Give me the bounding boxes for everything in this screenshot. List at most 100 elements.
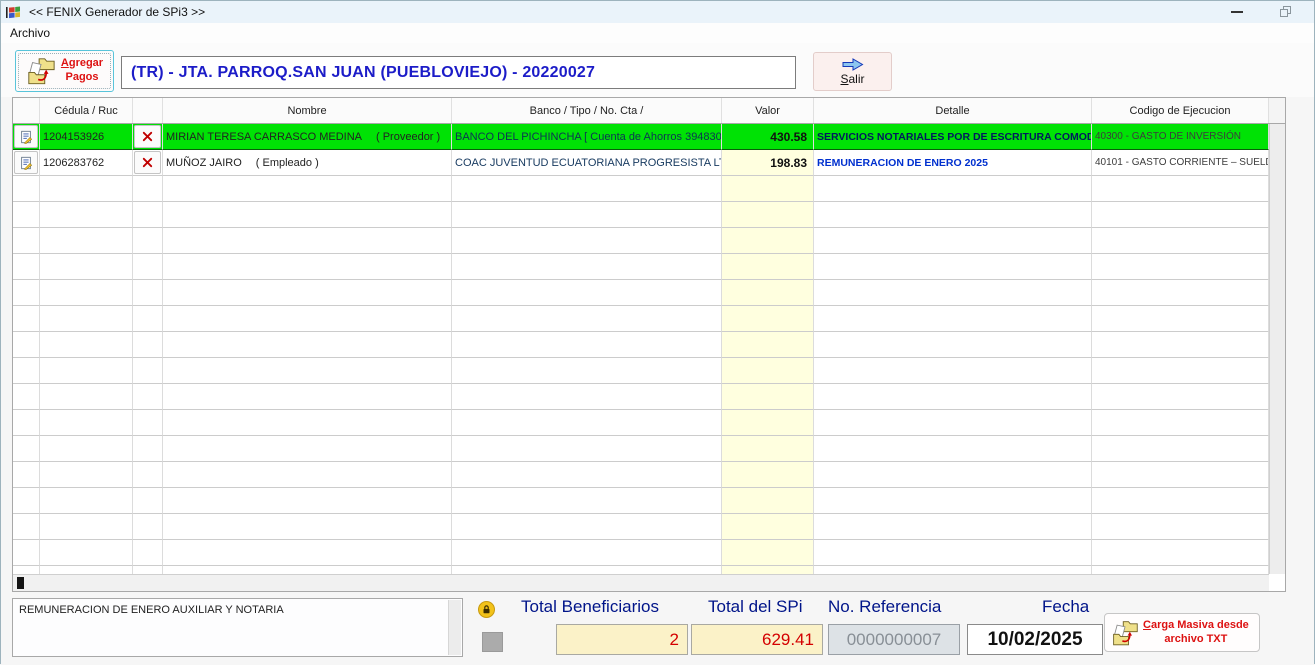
cell-empty [163, 514, 452, 540]
col-valor: Valor [722, 98, 814, 123]
edit-row-button[interactable] [14, 151, 38, 174]
cell-empty [722, 384, 814, 410]
cell-empty [13, 462, 40, 488]
cell-cedula[interactable]: 1204153926 [40, 124, 133, 150]
cell-detalle[interactable]: REMUNERACION DE ENERO 2025 [814, 150, 1092, 176]
cell-empty [13, 488, 40, 514]
table-vertical-scrollbar[interactable] [1269, 124, 1285, 574]
table-row-empty[interactable] [13, 228, 1269, 254]
cell-empty [452, 358, 722, 384]
cell-empty [452, 228, 722, 254]
cell-empty [722, 566, 814, 574]
table-row-empty[interactable] [13, 306, 1269, 332]
cell-empty [13, 540, 40, 566]
table-row-empty[interactable] [13, 358, 1269, 384]
cell-empty [452, 254, 722, 280]
cell-empty [133, 410, 163, 436]
table-row-empty[interactable] [13, 436, 1269, 462]
minimize-button[interactable] [1222, 1, 1252, 22]
payment-note-textarea[interactable]: REMUNERACION DE ENERO AUXILIAR Y NOTARIA [12, 598, 463, 657]
cell-empty [13, 566, 40, 574]
delete-x-icon [141, 156, 154, 169]
table-row-empty[interactable] [13, 488, 1269, 514]
table-row[interactable]: 1206283762 MUÑOZ JAIRO ( Empleado ) COAC… [13, 150, 1269, 176]
bulk-load-txt-button[interactable]: Carga Masiva desde archivo TXT [1104, 613, 1260, 652]
entity-title-field[interactable]: (TR) - JTA. PARROQ.SAN JUAN (PUEBLOVIEJO… [121, 56, 796, 89]
table-row-empty[interactable] [13, 202, 1269, 228]
cell-empty [722, 228, 814, 254]
cell-empty [452, 384, 722, 410]
cell-delete [133, 150, 163, 176]
cell-empty [133, 280, 163, 306]
cell-empty [133, 228, 163, 254]
cell-empty [163, 462, 452, 488]
table-row-empty[interactable] [13, 254, 1269, 280]
menu-archivo[interactable]: Archivo [1, 23, 59, 43]
cell-codigo[interactable]: 40101 - GASTO CORRIENTE – SUELDOS [1092, 150, 1269, 176]
payments-table: Cédula / Ruc Nombre Banco / Tipo / No. C… [12, 97, 1286, 592]
table-row[interactable]: 1204153926 MIRIAN TERESA CARRASCO MEDINA… [13, 124, 1269, 150]
cell-edit [13, 150, 40, 176]
table-row-empty[interactable] [13, 566, 1269, 574]
table-body: 1204153926 MIRIAN TERESA CARRASCO MEDINA… [13, 124, 1269, 574]
cell-empty [722, 176, 814, 202]
cell-delete [133, 124, 163, 150]
cell-empty [814, 176, 1092, 202]
table-row-empty[interactable] [13, 410, 1269, 436]
cell-valor[interactable]: 198.83 [722, 150, 814, 176]
cell-empty [13, 306, 40, 332]
cell-empty [163, 384, 452, 410]
col-nombre: Nombre [163, 98, 452, 123]
table-horizontal-scrollbar[interactable] [13, 574, 1269, 591]
date-field[interactable]: 10/02/2025 [967, 624, 1103, 655]
cell-empty [13, 436, 40, 462]
exit-button[interactable]: Salir [813, 52, 892, 91]
cell-empty [40, 306, 133, 332]
table-row-empty[interactable] [13, 514, 1269, 540]
cell-empty [1092, 410, 1269, 436]
edit-icon [19, 156, 33, 170]
cell-empty [163, 540, 452, 566]
edit-row-button[interactable] [14, 125, 38, 148]
cell-empty [452, 436, 722, 462]
table-row-empty[interactable] [13, 540, 1269, 566]
add-payments-button[interactable]: Agregar Pagos [15, 50, 114, 92]
cell-empty [814, 384, 1092, 410]
table-row-empty[interactable] [13, 384, 1269, 410]
status-square-button[interactable] [482, 632, 503, 652]
horizontal-scroll-thumb[interactable] [17, 577, 24, 589]
cell-empty [814, 228, 1092, 254]
date-label: Fecha [1042, 597, 1089, 617]
cell-banco[interactable]: BANCO DEL PICHINCHA [ Cuenta de Ahorros … [452, 124, 722, 150]
cell-valor[interactable]: 430.58 [722, 124, 814, 150]
app-window: << FENIX Generador de SPi3 >> Archivo Ag… [0, 0, 1315, 664]
restore-button[interactable] [1270, 1, 1300, 22]
table-row-empty[interactable] [13, 280, 1269, 306]
lock-icon[interactable] [478, 601, 495, 618]
cell-empty [133, 436, 163, 462]
cell-empty [133, 462, 163, 488]
note-scrollbar[interactable] [448, 600, 461, 655]
total-beneficiaries-field: 2 [556, 624, 688, 655]
cell-empty [1092, 280, 1269, 306]
cell-empty [13, 514, 40, 540]
cell-codigo[interactable]: 40300 - GASTO DE INVERSIÓN [1092, 124, 1269, 150]
delete-row-button[interactable] [134, 151, 161, 174]
cell-empty [163, 358, 452, 384]
cell-empty [133, 540, 163, 566]
table-row-empty[interactable] [13, 332, 1269, 358]
cell-empty [722, 488, 814, 514]
table-row-empty[interactable] [13, 176, 1269, 202]
cell-banco[interactable]: COAC JUVENTUD ECUATORIANA PROGRESISTA LT… [452, 150, 722, 176]
cell-cedula[interactable]: 1206283762 [40, 150, 133, 176]
cell-empty [814, 306, 1092, 332]
table-row-empty[interactable] [13, 462, 1269, 488]
delete-row-button[interactable] [134, 125, 161, 148]
cell-nombre[interactable]: MUÑOZ JAIRO ( Empleado ) [163, 150, 452, 176]
cell-empty [1092, 514, 1269, 540]
cell-detalle[interactable]: SERVICIOS NOTARIALES POR DE ESCRITURA CO… [814, 124, 1092, 150]
cell-nombre[interactable]: MIRIAN TERESA CARRASCO MEDINA ( Proveedo… [163, 124, 452, 150]
cell-empty [163, 488, 452, 514]
cell-empty [452, 462, 722, 488]
cell-empty [163, 332, 452, 358]
